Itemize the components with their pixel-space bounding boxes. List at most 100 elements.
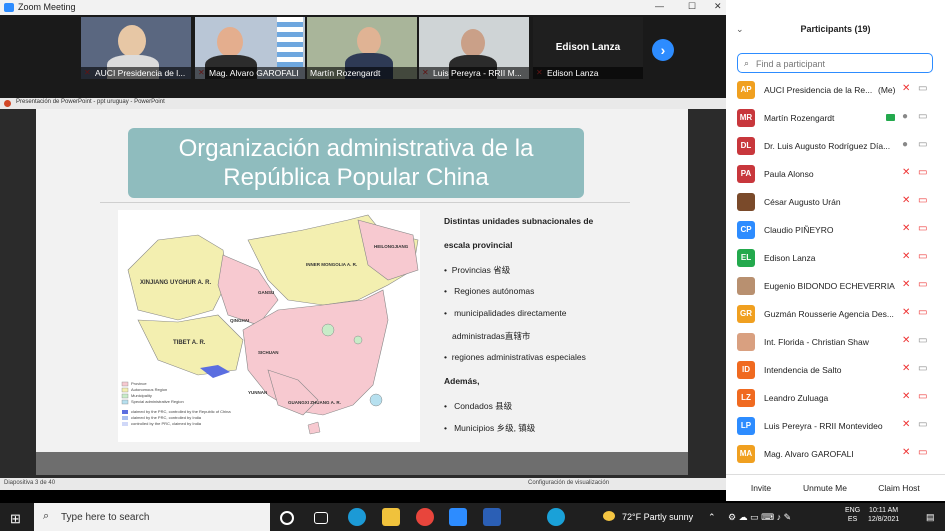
camera-icon[interactable]: ▭ xyxy=(918,419,927,430)
video-tile[interactable]: Edison Lanza ✕ Edison Lanza xyxy=(533,17,643,79)
mic-muted-icon[interactable]: ✕ xyxy=(902,195,910,206)
participant-row[interactable]: Int. Florida - Christian Shaw ✕ ▭ xyxy=(726,329,945,357)
bullet-item-continued: administradas直辖市 xyxy=(452,331,531,341)
skype-icon[interactable] xyxy=(547,508,565,526)
task-view-icon[interactable] xyxy=(314,512,328,524)
participant-row[interactable]: MA Mag. Alvaro GAROFALI ✕ ▭ xyxy=(726,441,945,469)
unmute-me-button[interactable]: Unmute Me xyxy=(798,481,852,495)
video-tile[interactable]: Martín Rozengardt xyxy=(307,17,417,79)
participant-search-input[interactable]: ⌕ Find a participant xyxy=(737,53,933,73)
avatar: AP xyxy=(737,81,755,99)
mic-muted-icon[interactable]: ✕ xyxy=(902,335,910,346)
participant-row[interactable]: AP AUCI Presidencia de la Re... (Me) ✕ ▭ xyxy=(726,77,945,105)
participants-panel: ⌄ Participants (19) ⌕ Find a participant… xyxy=(726,0,945,500)
slide-counter: Diapositiva 3 de 40 xyxy=(4,480,56,486)
camera-off-icon[interactable]: ▭ xyxy=(918,391,927,402)
cortana-icon[interactable] xyxy=(280,511,294,525)
weather-text[interactable]: 72°F Partly sunny xyxy=(622,512,693,522)
mic-muted-icon[interactable]: ✕ xyxy=(902,391,910,402)
mic-muted-icon[interactable]: ✕ xyxy=(902,167,910,178)
notification-icon[interactable]: ▤ xyxy=(926,512,935,523)
mic-muted-icon[interactable]: ✕ xyxy=(902,251,910,262)
participant-name: Int. Florida - Christian Shaw xyxy=(764,337,869,347)
search-placeholder: Find a participant xyxy=(756,59,826,69)
tray-chevron-icon[interactable]: ⌃ xyxy=(708,512,716,523)
avatar: MA xyxy=(737,445,755,463)
mic-muted-icon[interactable]: ✕ xyxy=(902,307,910,318)
bullet-item: • Provincias 省级 xyxy=(444,265,511,275)
mic-muted-icon[interactable]: ✕ xyxy=(902,279,910,290)
participant-row[interactable]: César Augusto Urán ✕ ▭ xyxy=(726,189,945,217)
bullet-heading: escala provincial xyxy=(444,240,513,250)
invite-button[interactable]: Invite xyxy=(742,481,780,495)
participant-name: Leandro Zuluaga xyxy=(764,393,829,403)
chrome-icon[interactable] xyxy=(416,508,434,526)
tile-big-name: Edison Lanza xyxy=(555,42,621,53)
mic-muted-icon[interactable]: ✕ xyxy=(902,223,910,234)
participant-row[interactable]: GR Guzmán Rousserie Agencia Des... ✕ ▭ xyxy=(726,301,945,329)
camera-icon[interactable]: ▭ xyxy=(918,363,927,374)
slide-footer-band xyxy=(36,452,688,475)
tile-name: Martín Rozengardt xyxy=(307,67,417,79)
mic-muted-icon[interactable]: ✕ xyxy=(902,419,910,430)
video-tile[interactable]: ✕ AUCI Presidencia de l... xyxy=(81,17,191,79)
participant-row[interactable]: MR Martín Rozengardt ● ▭ xyxy=(726,105,945,133)
zoom-icon[interactable] xyxy=(449,508,467,526)
participant-row[interactable]: LP Luis Pereyra - RRII Montevideo ✕ ▭ xyxy=(726,413,945,441)
claim-host-button[interactable]: Claim Host xyxy=(874,481,924,495)
camera-off-icon[interactable]: ▭ xyxy=(918,447,927,458)
participant-row[interactable]: LZ Leandro Zuluaga ✕ ▭ xyxy=(726,385,945,413)
camera-off-icon[interactable]: ▭ xyxy=(918,223,927,234)
maximize-icon[interactable]: ☐ xyxy=(688,1,696,12)
edge-icon[interactable] xyxy=(348,508,366,526)
bullet-heading: Además, xyxy=(444,376,480,386)
camera-icon[interactable]: ▭ xyxy=(918,139,927,150)
close-icon[interactable]: ✕ xyxy=(714,1,722,12)
taskbar-search-input[interactable]: ⌕ Type here to search xyxy=(34,503,270,531)
bullet-item: • regiones administrativas especiales xyxy=(444,352,586,362)
camera-off-icon[interactable]: ▭ xyxy=(918,307,927,318)
participant-name: Guzmán Rousserie Agencia Des... xyxy=(764,309,894,319)
map-label: HEILONGJIANG xyxy=(374,244,409,249)
minimize-icon[interactable]: — xyxy=(655,1,664,11)
display-settings[interactable]: Configuración de visualización xyxy=(528,480,609,486)
tile-name: Edison Lanza xyxy=(533,67,643,79)
participant-row[interactable]: CP Claudio PIÑEYRO ✕ ▭ xyxy=(726,217,945,245)
language-indicator[interactable]: ENG ES xyxy=(845,506,860,524)
participant-row[interactable]: DL Dr. Luis Augusto Rodríguez Día... ● ▭ xyxy=(726,133,945,161)
avatar: MR xyxy=(737,109,755,127)
video-tile[interactable]: ✕ Luis Pereyra - RRII M... xyxy=(419,17,529,79)
avatar xyxy=(737,277,755,295)
tray-icons[interactable]: ⚙ ☁ ▭ ⌨ ♪ ✎ xyxy=(728,512,791,523)
china-map: XINJIANG UYGHUR A. R. TIBET A. R. INNER … xyxy=(118,210,420,442)
map-legend: Province Autonomous Region Municipality … xyxy=(131,381,231,426)
zoom-logo-icon xyxy=(4,3,14,12)
mic-muted-icon[interactable]: ✕ xyxy=(902,447,910,458)
participant-row[interactable]: PA Paula Alonso ✕ ▭ xyxy=(726,161,945,189)
avatar xyxy=(737,333,755,351)
participant-row[interactable]: Eugenio BIDONDO ECHEVERRIA ✕ ▭ xyxy=(726,273,945,301)
participant-name: Eugenio BIDONDO ECHEVERRIA xyxy=(764,281,895,291)
camera-off-icon[interactable]: ▭ xyxy=(918,279,927,290)
mic-muted-icon[interactable]: ✕ xyxy=(902,83,910,94)
video-tile[interactable]: ✕ Mag. Alvaro GAROFALI xyxy=(195,17,305,79)
camera-off-icon[interactable]: ▭ xyxy=(918,167,927,178)
mic-muted-icon[interactable]: ✕ xyxy=(902,363,910,374)
avatar: DL xyxy=(737,137,755,155)
participant-row[interactable]: ID Intendencia de Salto ✕ ▭ xyxy=(726,357,945,385)
mic-icon[interactable]: ● xyxy=(902,111,908,122)
participant-row[interactable]: EL Edison Lanza ✕ ▭ xyxy=(726,245,945,273)
file-explorer-icon[interactable] xyxy=(382,508,400,526)
camera-off-icon[interactable]: ▭ xyxy=(918,195,927,206)
mic-icon[interactable]: ● xyxy=(902,139,908,150)
camera-icon[interactable]: ▭ xyxy=(918,83,927,94)
camera-off-icon[interactable]: ▭ xyxy=(918,251,927,262)
clock[interactable]: 10:11 AM 12/8/2021 xyxy=(868,506,899,524)
camera-icon[interactable]: ▭ xyxy=(918,335,927,346)
participants-header: Participants (19) xyxy=(800,24,871,34)
word-icon[interactable] xyxy=(483,508,501,526)
windows-start-icon[interactable]: ⊞ xyxy=(10,511,21,527)
next-page-button[interactable]: › xyxy=(652,39,674,61)
weather-icon xyxy=(603,511,615,521)
camera-icon[interactable]: ▭ xyxy=(918,111,927,122)
